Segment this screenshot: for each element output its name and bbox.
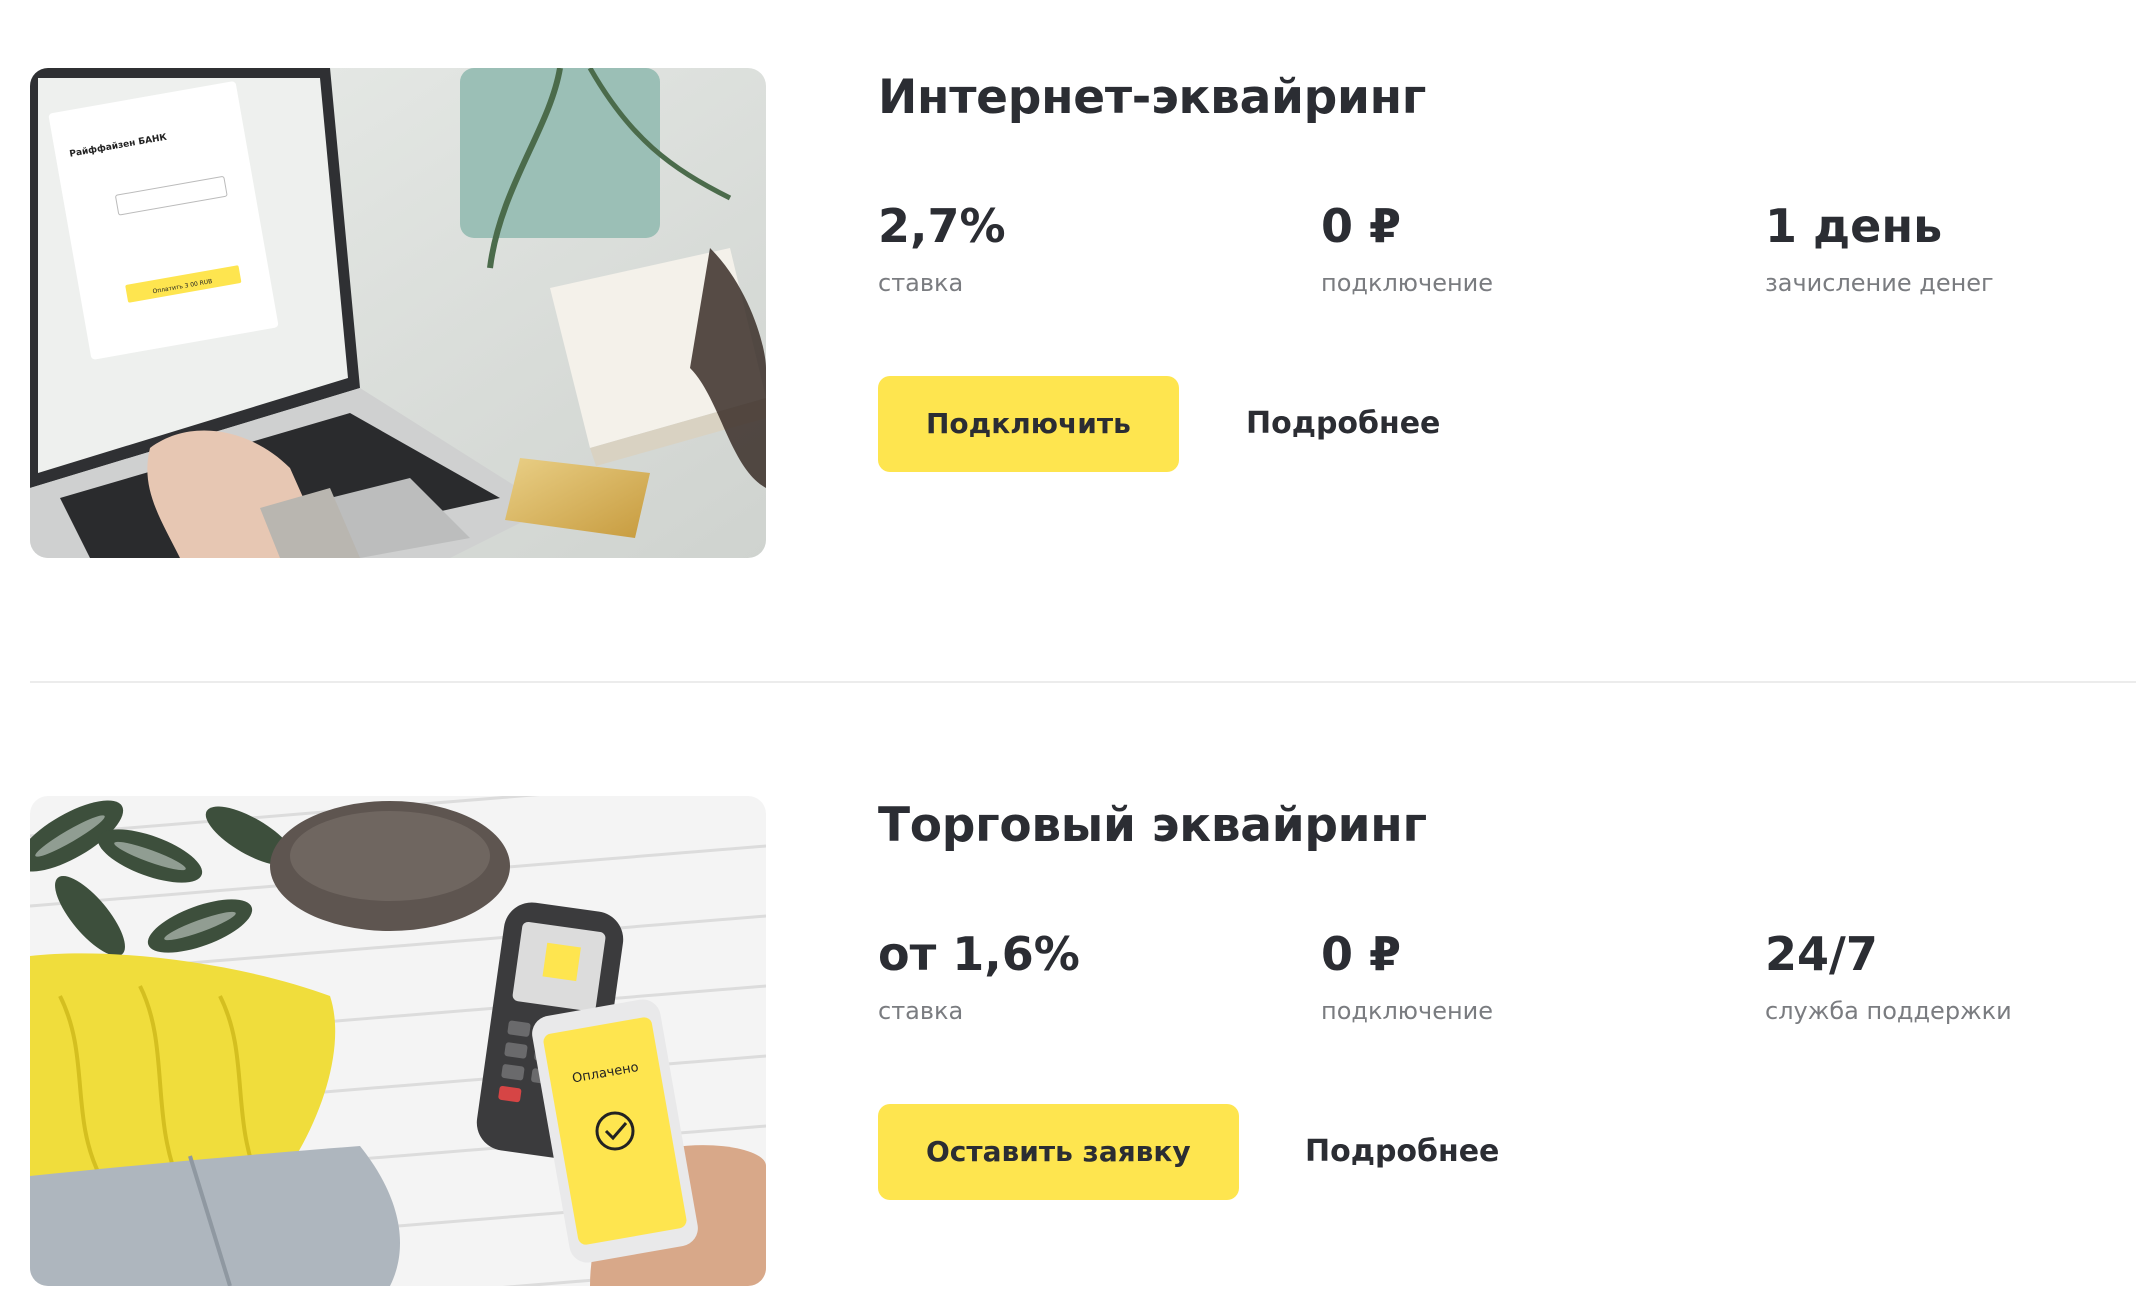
- stat-label: ставка: [878, 269, 964, 297]
- product-title: Торговый эквайринг: [878, 798, 1427, 853]
- product-title: Интернет-эквайринг: [878, 70, 1427, 125]
- details-link[interactable]: Подробнее: [1305, 1104, 1499, 1200]
- product-card-internet-acquiring: Райффайзен БАНК Оплатить 3 00 RUB Интерн…: [0, 68, 2136, 558]
- product-card-trade-acquiring: Оплачено Торговый эквайринг от 1,6% став…: [0, 796, 2136, 1286]
- stat-value: 1 день: [1765, 199, 1943, 253]
- stat-label: подключение: [1321, 269, 1494, 297]
- stat-label: служба поддержки: [1765, 997, 2012, 1025]
- leave-request-button[interactable]: Оставить заявку: [878, 1104, 1239, 1200]
- stat-label: зачисление денег: [1765, 269, 1994, 297]
- stat-value: 0 ₽: [1321, 199, 1402, 253]
- stat-label: ставка: [878, 997, 964, 1025]
- stat-label: подключение: [1321, 997, 1494, 1025]
- laptop-payment-photo: Райффайзен БАНК Оплатить 3 00 RUB: [30, 68, 766, 558]
- stat-support: 24/7 служба поддержки: [1765, 924, 2136, 1028]
- pos-terminal-photo: Оплачено: [30, 796, 766, 1286]
- stat-rate: 2,7% ставка: [878, 196, 1298, 300]
- connect-button[interactable]: Подключить: [878, 376, 1179, 472]
- stat-value: от 1,6%: [878, 927, 1080, 981]
- stat-value: 24/7: [1765, 927, 1878, 981]
- stat-rate: от 1,6% ставка: [878, 924, 1298, 1028]
- stat-value: 0 ₽: [1321, 927, 1402, 981]
- details-link[interactable]: Подробнее: [1246, 376, 1440, 472]
- stat-connection: 0 ₽ подключение: [1321, 196, 1741, 300]
- stat-connection: 0 ₽ подключение: [1321, 924, 1741, 1028]
- stat-money-crediting: 1 день зачисление денег: [1765, 196, 2136, 300]
- section-divider: [30, 681, 2136, 683]
- stat-value: 2,7%: [878, 199, 1006, 253]
